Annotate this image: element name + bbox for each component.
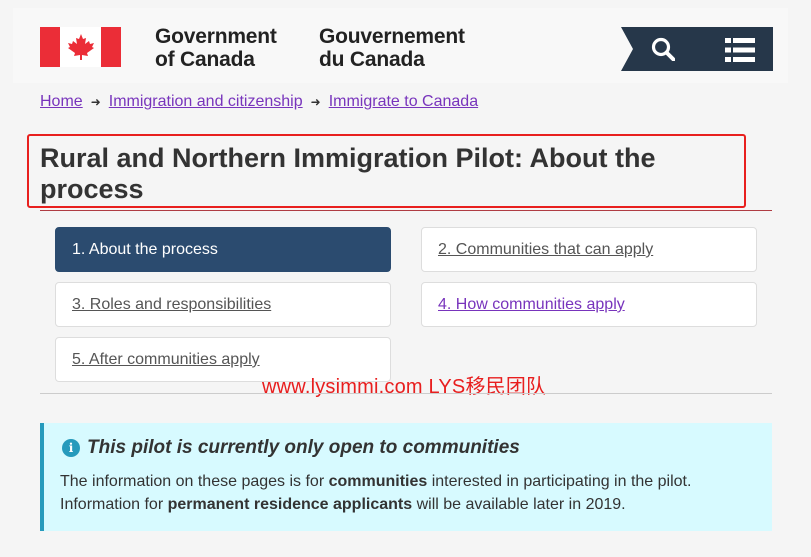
- alert-text: The information on these pages is for: [60, 473, 329, 490]
- search-icon[interactable]: [651, 37, 675, 61]
- alert-title: This pilot is currently only open to com…: [87, 437, 520, 458]
- alert-text: will be available later in 2019.: [412, 496, 626, 513]
- info-icon: i: [62, 439, 80, 457]
- alert-text: Information for: [60, 496, 168, 513]
- wordmark-en-line1: Government: [155, 25, 277, 48]
- menu-icon[interactable]: [725, 38, 755, 62]
- tab-label: 1. About the process: [72, 241, 218, 258]
- tab-about-the-process[interactable]: 1. About the process: [55, 227, 391, 272]
- alert-line-1: The information on these pages is for co…: [60, 470, 760, 493]
- wordmark-french[interactable]: Gouvernement du Canada: [319, 25, 465, 71]
- wordmark-english[interactable]: Government of Canada: [155, 25, 277, 71]
- breadcrumb-immigrate-link[interactable]: Immigrate to Canada: [329, 93, 478, 111]
- breadcrumb-home-link[interactable]: Home: [40, 93, 83, 111]
- alert-text: interested in participating in the pilot…: [427, 473, 692, 490]
- site-header: Government of Canada Gouvernement du Can…: [13, 8, 788, 83]
- tab-label: 5. After communities apply: [72, 351, 260, 368]
- info-alert: i This pilot is currently only open to c…: [40, 423, 772, 531]
- alert-line-2: Information for permanent residence appl…: [60, 493, 760, 516]
- tab-how-communities-apply[interactable]: 4. How communities apply: [421, 282, 757, 327]
- alert-bold-text: communities: [328, 473, 428, 490]
- alert-body: The information on these pages is for co…: [60, 470, 760, 516]
- breadcrumb-immigration-link[interactable]: Immigration and citizenship: [109, 93, 303, 111]
- wordmark-fr-line1: Gouvernement: [319, 25, 465, 48]
- tab-label: 3. Roles and responsibilities: [72, 296, 272, 313]
- breadcrumb-arrow-icon: ➜: [90, 95, 101, 109]
- flag-bar-right: [101, 27, 121, 67]
- maple-leaf-icon: [68, 34, 94, 60]
- search-menu-bar: [621, 27, 773, 71]
- watermark-text: www.lysimmi.com LYS移民团队: [262, 376, 547, 398]
- section-divider: [40, 393, 772, 394]
- tab-roles-and-responsibilities[interactable]: 3. Roles and responsibilities: [55, 282, 391, 327]
- wordmark-en-line2: of Canada: [155, 48, 255, 71]
- breadcrumb-arrow-icon: ➜: [310, 95, 321, 109]
- flag-bar-left: [40, 27, 60, 67]
- page-title: Rural and Northern Immigration Pilot: Ab…: [40, 143, 656, 204]
- tab-communities-that-can-apply[interactable]: 2. Communities that can apply: [421, 227, 757, 272]
- alert-bold-text: permanent residence applicants: [167, 496, 413, 513]
- wordmark-fr-line2: du Canada: [319, 48, 425, 71]
- tab-label: 4. How communities apply: [438, 296, 625, 313]
- title-underline: [40, 210, 772, 211]
- alert-heading: i This pilot is currently only open to c…: [62, 437, 520, 459]
- breadcrumb: Home ➜ Immigration and citizenship ➜ Imm…: [40, 93, 478, 111]
- tab-label: 2. Communities that can apply: [438, 241, 654, 258]
- canada-flag-logo[interactable]: [40, 27, 121, 67]
